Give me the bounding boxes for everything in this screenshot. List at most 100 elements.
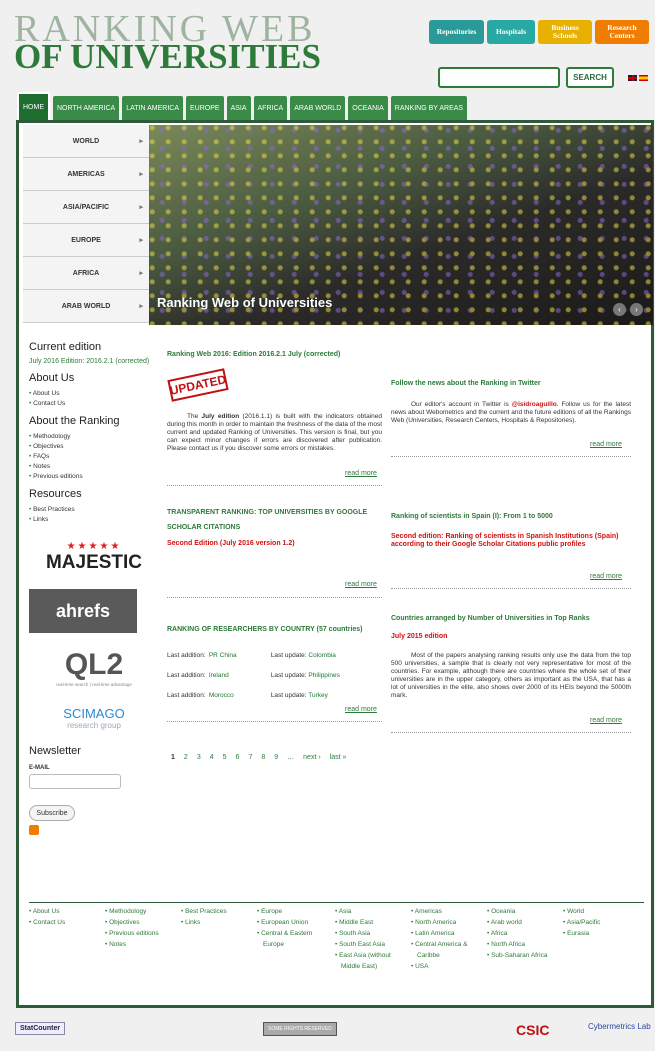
footer-link[interactable]: Oceania [487, 906, 563, 917]
cybermetrics-logo[interactable]: Cybermetrics Lab [588, 1022, 652, 1031]
ahrefs-logo[interactable]: ahrefs [29, 589, 137, 633]
menu-africa[interactable]: AFRICA [23, 257, 149, 290]
nav-asia[interactable]: ASIA [226, 96, 251, 120]
footer-link[interactable]: Central & Eastern Europe [257, 928, 335, 950]
read-more-link[interactable]: read more [590, 441, 622, 448]
page-7[interactable]: 7 [248, 754, 252, 761]
scientists-title[interactable]: Ranking of scientists in Spain (I): From… [391, 513, 631, 521]
nav-north-america[interactable]: NORTH AMERICA [53, 96, 120, 120]
nav-africa[interactable]: AFRICA [253, 96, 288, 120]
footer-link[interactable]: North America [411, 917, 487, 928]
spain-flag-icon[interactable] [639, 75, 648, 81]
hospitals-button[interactable]: Hospitals [487, 20, 535, 44]
footer-link[interactable]: Africa [487, 928, 563, 939]
footer-link[interactable]: European Union [257, 917, 335, 928]
footer-link[interactable]: Contact Us [29, 917, 105, 928]
footer-link[interactable]: Previous editions [105, 928, 181, 939]
page-1[interactable]: 1 [171, 754, 175, 761]
footer-link[interactable]: Asia [335, 906, 411, 917]
page-8[interactable]: 8 [261, 754, 265, 761]
majestic-logo[interactable]: ★★★★★ MAJESTIC [29, 533, 159, 581]
footer-link[interactable]: Notes [105, 939, 181, 950]
links-link[interactable]: Links [29, 515, 159, 525]
footer-link[interactable]: South East Asia [335, 939, 411, 950]
page-3[interactable]: 3 [197, 754, 201, 761]
page-9[interactable]: 9 [274, 754, 278, 761]
nav-ranking-by-areas[interactable]: RANKING BY AREAS [390, 96, 468, 120]
best-practices-link[interactable]: Best Practices [29, 505, 159, 515]
repositories-button[interactable]: Repositories [429, 20, 484, 44]
nav-oceania[interactable]: OCEANIA [348, 96, 388, 120]
about-us-link[interactable]: About Us [29, 389, 159, 399]
read-more-link[interactable]: read more [345, 706, 377, 713]
footer-link[interactable]: Americas [411, 906, 487, 917]
nav-europe[interactable]: EUROPE [186, 96, 224, 120]
current-edition-text[interactable]: July 2016 Edition: 2016.2.1 (corrected) [29, 357, 159, 366]
footer-link[interactable]: Links [181, 917, 257, 928]
menu-americas[interactable]: AMERICAS [23, 158, 149, 191]
footer-link[interactable]: Middle East [335, 917, 411, 928]
rss-icon[interactable] [29, 825, 39, 835]
headline-link[interactable]: Ranking Web 2016: Edition 2016.2.1 July … [167, 351, 397, 359]
menu-arab-world[interactable]: ARAB WORLD [23, 290, 149, 323]
footer-link[interactable]: Sub-Saharan Africa [487, 950, 563, 961]
creative-commons-badge[interactable]: SOME RIGHTS RESERVED [263, 1022, 337, 1036]
page-4[interactable]: 4 [210, 754, 214, 761]
methodology-link[interactable]: Methodology [29, 432, 159, 442]
uk-flag-icon[interactable] [628, 75, 637, 81]
footer-link[interactable]: East Asia (without Middle East) [335, 950, 411, 972]
contact-us-link[interactable]: Contact Us [29, 399, 159, 409]
notes-link[interactable]: Notes [29, 462, 159, 472]
countries-title[interactable]: Countries arranged by Number of Universi… [391, 615, 631, 623]
menu-europe[interactable]: EUROPE [23, 224, 149, 257]
search-button[interactable]: SEARCH [566, 67, 614, 88]
statcounter-badge[interactable]: StatCounter [15, 1022, 66, 1035]
business-schools-button[interactable]: Business Schools [538, 20, 592, 44]
footer-link[interactable]: World [563, 906, 623, 917]
research-centers-button[interactable]: Research Centers [595, 20, 649, 44]
prev-slide-icon[interactable]: ‹ [613, 303, 626, 316]
page-6[interactable]: 6 [236, 754, 240, 761]
hero-slider[interactable]: Ranking Web of Universities ‹ › [149, 125, 653, 325]
search-input[interactable] [438, 67, 560, 88]
footer-link[interactable]: Arab world [487, 917, 563, 928]
footer-link[interactable]: About Us [29, 906, 105, 917]
nav-arab-world[interactable]: ARAB WORLD [290, 96, 346, 120]
footer-link[interactable]: North Africa [487, 939, 563, 950]
nav-home[interactable]: HOME [17, 92, 50, 120]
site-logo[interactable]: RANKING WEB OF UNIVERSITIES [14, 10, 321, 74]
footer-link[interactable]: Eurasia [563, 928, 623, 939]
nav-latin-america[interactable]: LATIN AMERICA [122, 96, 183, 120]
subscribe-button[interactable]: Subscribe [29, 805, 75, 821]
page-5[interactable]: 5 [223, 754, 227, 761]
footer-link[interactable]: USA [411, 961, 487, 972]
read-more-link[interactable]: read more [345, 470, 377, 477]
footer-link[interactable]: Europe [257, 906, 335, 917]
footer-link[interactable]: Central America & Caribbe [411, 939, 487, 961]
page-next[interactable]: next › [303, 754, 321, 761]
read-more-link[interactable]: read more [345, 581, 377, 588]
read-more-link[interactable]: read more [590, 573, 622, 580]
next-slide-icon[interactable]: › [630, 303, 643, 316]
footer-link[interactable]: Best Practices [181, 906, 257, 917]
ql2-logo[interactable]: QL2 real-time search | real-time advanta… [29, 641, 159, 693]
footer-link[interactable]: Objectives [105, 917, 181, 928]
researchers-title[interactable]: RANKING OF RESEARCHERS BY COUNTRY (57 co… [167, 626, 382, 634]
objectives-link[interactable]: Objectives [29, 442, 159, 452]
email-field[interactable] [29, 774, 121, 789]
csic-logo[interactable]: CSIC [516, 1022, 549, 1038]
read-more-link[interactable]: read more [590, 717, 622, 724]
twitter-news-title[interactable]: Follow the news about the Ranking in Twi… [391, 380, 631, 388]
page-2[interactable]: 2 [184, 754, 188, 761]
faqs-link[interactable]: FAQs [29, 452, 159, 462]
menu-asia-pacific[interactable]: ASIA/PACIFIC [23, 191, 149, 224]
footer-link[interactable]: South Asia [335, 928, 411, 939]
footer-link[interactable]: Asia/Pacific [563, 917, 623, 928]
page-last[interactable]: last » [330, 754, 347, 761]
transparent-ranking-title[interactable]: TRANSPARENT RANKING: TOP UNIVERSITIES BY… [167, 505, 382, 535]
scimago-logo[interactable]: SCIMAGO research group [29, 701, 159, 735]
footer-link[interactable]: Latin America [411, 928, 487, 939]
footer-link[interactable]: Methodology [105, 906, 181, 917]
menu-world[interactable]: WORLD [23, 125, 149, 158]
previous-editions-link[interactable]: Previous editions [29, 472, 159, 482]
